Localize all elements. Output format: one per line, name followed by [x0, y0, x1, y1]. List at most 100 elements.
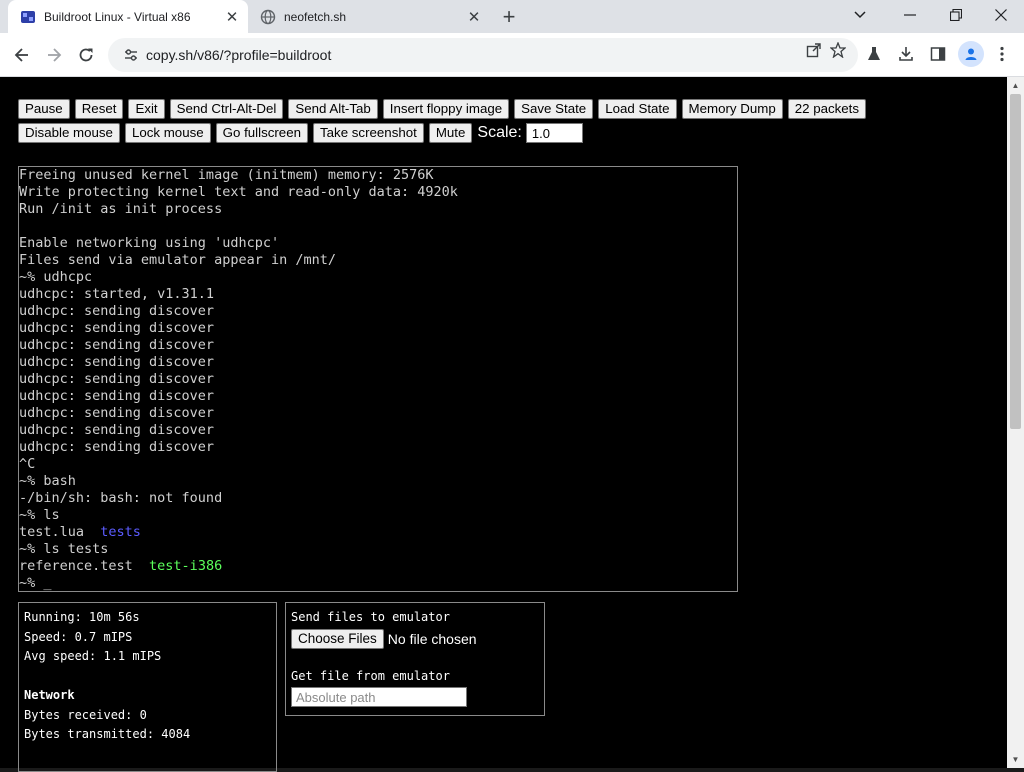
url-text: copy.sh/v86/?profile=buildroot	[146, 47, 332, 63]
minimize-button[interactable]	[887, 0, 933, 30]
terminal-text: udhcpc: sending discover	[19, 354, 215, 370]
close-tab-icon[interactable]: ✕	[222, 7, 242, 27]
running-time: Running: 10m 56s	[24, 610, 140, 624]
insert-floppy-button[interactable]: Insert floppy image	[382, 99, 510, 119]
choose-files-button[interactable]: Choose Files	[291, 629, 384, 649]
tab-buildroot[interactable]: Buildroot Linux - Virtual x86 ✕	[8, 0, 248, 33]
terminal-line: udhcpc: sending discover	[19, 422, 737, 439]
terminal-text: udhcpc: sending discover	[19, 337, 215, 353]
controls-row-2: Disable mouse Lock mouse Go fullscreen T…	[18, 121, 918, 145]
terminal-text: Enable networking using 'udhcpc'	[19, 235, 280, 251]
terminal-line: ~% ls	[19, 507, 737, 524]
scrollbar-thumb[interactable]	[1010, 94, 1021, 429]
close-tab-icon[interactable]: ✕	[464, 7, 484, 27]
terminal-text: Files send via emulator appear in /mnt/	[19, 252, 336, 268]
bookmark-star-icon[interactable]	[828, 40, 848, 60]
profile-avatar-icon[interactable]	[958, 41, 984, 67]
tab-title: Buildroot Linux - Virtual x86	[44, 9, 191, 24]
terminal-text: tests	[100, 524, 141, 540]
bytes-transmitted: Bytes transmitted: 4084	[24, 727, 191, 741]
forward-arrow-icon[interactable]	[40, 41, 68, 69]
terminal-text: test-i386	[149, 558, 223, 574]
page-scrollbar[interactable]: ▲ ▼	[1007, 77, 1024, 768]
v86-logo-icon	[20, 9, 36, 25]
restore-button[interactable]	[933, 0, 979, 30]
terminal-text: ~% ls	[19, 507, 60, 523]
packets-button[interactable]: 22 packets	[787, 99, 867, 119]
reload-icon[interactable]	[72, 41, 100, 69]
terminal-text: reference.test	[19, 558, 150, 574]
terminal-line: Run /init as init process	[19, 201, 737, 218]
terminal-line: Freeing unused kernel image (initmem) me…	[19, 167, 737, 184]
terminal-line: udhcpc: sending discover	[19, 303, 737, 320]
scale-input[interactable]	[525, 123, 583, 143]
absolute-path-input[interactable]	[291, 687, 467, 707]
send-files-label: Send files to emulator	[291, 610, 450, 624]
terminal-line: udhcpc: sending discover	[19, 354, 737, 371]
download-icon[interactable]	[895, 43, 917, 65]
fullscreen-button[interactable]: Go fullscreen	[215, 123, 308, 143]
side-panel-icon[interactable]	[927, 43, 949, 65]
send-alt-tab-button[interactable]: Send Alt-Tab	[288, 99, 378, 119]
close-window-button[interactable]	[978, 0, 1024, 30]
runtime-stats-panel: Running: 10m 56s Speed: 0.7 mIPS Avg spe…	[18, 602, 277, 772]
address-bar[interactable]: copy.sh/v86/?profile=buildroot	[108, 38, 858, 72]
no-file-chosen-text: No file chosen	[387, 631, 477, 647]
controls-row-1: Pause Reset Exit Send Ctrl-Alt-Del Send …	[18, 97, 918, 121]
network-heading: Network	[24, 688, 75, 702]
save-state-button[interactable]: Save State	[514, 99, 594, 119]
mute-button[interactable]: Mute	[428, 123, 473, 143]
terminal-line: -/bin/sh: bash: not found	[19, 490, 737, 507]
labs-flask-icon[interactable]	[863, 43, 885, 65]
terminal-text: udhcpc: sending discover	[19, 320, 215, 336]
tab-neofetch[interactable]: neofetch.sh ✕	[250, 0, 490, 33]
terminal-text: ~% bash	[19, 473, 76, 489]
terminal-text: Freeing unused kernel image (initmem) me…	[19, 167, 434, 183]
globe-icon	[260, 9, 276, 25]
terminal-line: udhcpc: sending discover	[19, 320, 737, 337]
terminal-text: udhcpc: sending discover	[19, 439, 215, 455]
new-tab-button[interactable]: +	[496, 4, 522, 30]
terminal-text: Run /init as init process	[19, 201, 223, 217]
path-row	[291, 686, 544, 708]
terminal-line: Files send via emulator appear in /mnt/	[19, 252, 737, 269]
terminal-line: ~% ls tests	[19, 541, 737, 558]
load-state-button[interactable]: Load State	[598, 99, 677, 119]
tab-search-chevron-icon[interactable]	[837, 0, 883, 30]
terminal-text: ~% udhcpc	[19, 269, 93, 285]
terminal-line: udhcpc: sending discover	[19, 371, 737, 388]
browser-toolbar: copy.sh/v86/?profile=buildroot	[0, 33, 1024, 77]
screenshot-button[interactable]: Take screenshot	[313, 123, 424, 143]
scroll-up-arrow-icon[interactable]: ▲	[1007, 77, 1024, 94]
exit-button[interactable]: Exit	[128, 99, 165, 119]
tab-strip: Buildroot Linux - Virtual x86 ✕ neofetch…	[0, 0, 1024, 33]
share-icon[interactable]	[804, 40, 824, 60]
menu-kebab-icon[interactable]	[991, 43, 1013, 65]
back-arrow-icon[interactable]	[8, 41, 36, 69]
terminal-line: udhcpc: sending discover	[19, 439, 737, 456]
emulator-screen[interactable]: Freeing unused kernel image (initmem) me…	[18, 166, 738, 592]
disable-mouse-button[interactable]: Disable mouse	[18, 123, 120, 143]
site-info-icon[interactable]	[116, 48, 146, 62]
scale-label: Scale:	[477, 124, 522, 141]
pause-button[interactable]: Pause	[18, 99, 70, 119]
terminal-text: udhcpc: sending discover	[19, 388, 215, 404]
terminal-text: ~% ls tests	[19, 541, 109, 557]
terminal-text: udhcpc: sending discover	[19, 303, 215, 319]
terminal-line: Write protecting kernel text and read-on…	[19, 184, 737, 201]
memory-dump-button[interactable]: Memory Dump	[681, 99, 783, 119]
terminal-text: test.lua	[19, 524, 101, 540]
lock-mouse-button[interactable]: Lock mouse	[124, 123, 211, 143]
send-ctrl-alt-del-button[interactable]: Send Ctrl-Alt-Del	[169, 99, 284, 119]
get-file-label: Get file from emulator	[291, 669, 450, 683]
terminal-text: Write protecting kernel text and read-on…	[19, 184, 458, 200]
file-transfer-panel: Send files to emulator Choose Files No f…	[285, 602, 545, 716]
reset-button[interactable]: Reset	[74, 99, 124, 119]
terminal-line: Enable networking using 'udhcpc'	[19, 235, 737, 252]
terminal-line: ^C	[19, 456, 737, 473]
terminal-text: udhcpc: sending discover	[19, 371, 215, 387]
scroll-down-arrow-icon[interactable]: ▼	[1007, 751, 1024, 768]
terminal-line: udhcpc: sending discover	[19, 388, 737, 405]
